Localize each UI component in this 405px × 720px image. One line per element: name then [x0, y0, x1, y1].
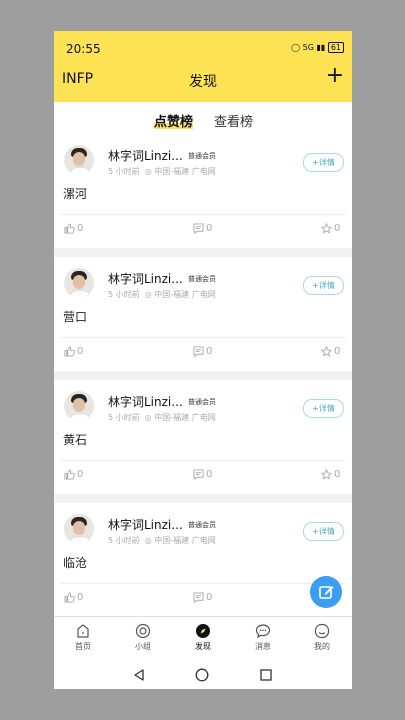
- avatar[interactable]: [64, 514, 94, 544]
- post-content: 临沧: [63, 556, 88, 570]
- plus-icon[interactable]: +: [326, 65, 344, 87]
- home-icon: [77, 624, 89, 638]
- divider: [60, 460, 346, 461]
- battery-level: 61: [330, 43, 341, 52]
- location-icon: ◎: [144, 167, 152, 176]
- tab-likes-ranking[interactable]: 点赞榜: [154, 111, 194, 130]
- compass-icon: [196, 624, 210, 638]
- page-title: 发现: [189, 74, 217, 90]
- signal-label: 5G: [302, 43, 314, 52]
- post-content: 营口: [63, 310, 88, 324]
- comment-button[interactable]: 0: [193, 469, 212, 480]
- system-nav-bar: [54, 661, 352, 689]
- post-username[interactable]: 林字词Linzi...: [108, 147, 183, 164]
- like-button[interactable]: 0: [64, 592, 83, 603]
- post-card[interactable]: 林字词Linzi... 普通会员 5 小时前 ◎ 中国-福建 广电网 +详情 临…: [54, 503, 352, 617]
- like-button[interactable]: 0: [64, 346, 83, 357]
- star-icon: [321, 469, 332, 480]
- post-card[interactable]: 林字词Linzi... 普通会员 5 小时前 ◎ 中国-福建 广电网 +详情 漯…: [54, 134, 352, 248]
- detail-button[interactable]: +详情: [303, 276, 344, 295]
- thumbs-up-icon: [64, 469, 75, 480]
- nav-discover[interactable]: 发现: [183, 623, 223, 652]
- nav-home[interactable]: 首页: [63, 623, 103, 652]
- favorite-button[interactable]: 0: [321, 346, 340, 357]
- member-badge: 普通会员: [188, 275, 216, 283]
- post-meta: 5 小时前 ◎ 中国-福建 广电网: [108, 290, 216, 299]
- post-username[interactable]: 林字词Linzi...: [108, 516, 183, 533]
- thumbs-up-icon: [64, 592, 75, 603]
- phone-screen: 20:55 ◯ 5G ▮▮ 61 INFP 发现 + 点赞榜 查看榜 林字词Li…: [54, 31, 352, 689]
- circle-target-icon: [135, 623, 151, 639]
- nav-label: 小组: [135, 642, 151, 651]
- status-time: 20:55: [66, 42, 101, 56]
- star-icon: [321, 346, 332, 357]
- post-username[interactable]: 林字词Linzi...: [108, 270, 183, 287]
- status-icons: ◯ 5G ▮▮ 61: [291, 42, 344, 53]
- avatar[interactable]: [64, 145, 94, 175]
- smile-icon: [314, 623, 330, 639]
- thumbs-up-icon: [64, 223, 75, 234]
- nav-label: 消息: [255, 642, 271, 651]
- signal-icon: ▮▮: [316, 43, 326, 52]
- chat-icon: [255, 624, 271, 639]
- post-card[interactable]: 林字词Linzi... 普通会员 5 小时前 ◎ 中国-福建 广电网 +详情 营…: [54, 257, 352, 371]
- edit-icon: [319, 586, 334, 599]
- compose-fab-button[interactable]: [310, 576, 342, 608]
- member-badge: 普通会员: [188, 521, 216, 529]
- like-button[interactable]: 0: [64, 223, 83, 234]
- post-content: 黄石: [63, 433, 88, 447]
- bottom-nav: 首页 小组 发现 消息 我的: [54, 616, 352, 662]
- post-meta: 5 小时前 ◎ 中国-福建 广电网: [108, 413, 216, 422]
- comment-icon: [193, 223, 204, 234]
- like-button[interactable]: 0: [64, 469, 83, 480]
- thumbs-up-icon: [64, 346, 75, 357]
- star-icon: [321, 223, 332, 234]
- post-meta: 5 小时前 ◎ 中国-福建 广电网: [108, 167, 216, 176]
- tab-views-ranking[interactable]: 查看榜: [214, 111, 253, 130]
- comment-button[interactable]: 0: [193, 592, 212, 603]
- top-bar: 20:55 ◯ 5G ▮▮ 61 INFP 发现 +: [54, 31, 352, 102]
- divider: [60, 337, 346, 338]
- comment-icon: [193, 346, 204, 357]
- nav-label: 发现: [195, 642, 211, 651]
- divider: [60, 583, 346, 584]
- nav-messages[interactable]: 消息: [243, 623, 283, 652]
- post-content: 漯河: [63, 187, 88, 201]
- comment-icon: [193, 469, 204, 480]
- detail-button[interactable]: +详情: [303, 153, 344, 172]
- member-badge: 普通会员: [188, 152, 216, 160]
- nav-label: 首页: [75, 642, 91, 651]
- battery-icon: 61: [327, 42, 344, 53]
- nav-groups[interactable]: 小组: [123, 623, 163, 652]
- divider: [60, 214, 346, 215]
- post-username[interactable]: 林字词Linzi...: [108, 393, 183, 410]
- detail-button[interactable]: +详情: [303, 522, 344, 541]
- home-circle-icon[interactable]: [195, 668, 209, 682]
- member-badge: 普通会员: [188, 398, 216, 406]
- avatar[interactable]: [64, 391, 94, 421]
- location-icon: ◎: [144, 413, 152, 422]
- tab-bar: 点赞榜 查看榜: [54, 102, 352, 134]
- favorite-button[interactable]: 0: [321, 469, 340, 480]
- post-meta: 5 小时前 ◎ 中国-福建 广电网: [108, 536, 216, 545]
- back-icon[interactable]: [132, 668, 146, 682]
- nav-profile[interactable]: 我的: [302, 623, 342, 652]
- nav-label: 我的: [314, 642, 330, 651]
- post-card[interactable]: 林字词Linzi... 普通会员 5 小时前 ◎ 中国-福建 广电网 +详情 黄…: [54, 380, 352, 494]
- detail-button[interactable]: +详情: [303, 399, 344, 418]
- location-icon: ◎: [144, 536, 152, 545]
- recents-icon[interactable]: [259, 668, 273, 682]
- favorite-button[interactable]: 0: [321, 223, 340, 234]
- comment-icon: [193, 592, 204, 603]
- comment-button[interactable]: 0: [193, 223, 212, 234]
- location-icon: ◎: [144, 290, 152, 299]
- avatar[interactable]: [64, 268, 94, 298]
- headphones-icon: ◯: [291, 43, 301, 52]
- comment-button[interactable]: 0: [193, 346, 212, 357]
